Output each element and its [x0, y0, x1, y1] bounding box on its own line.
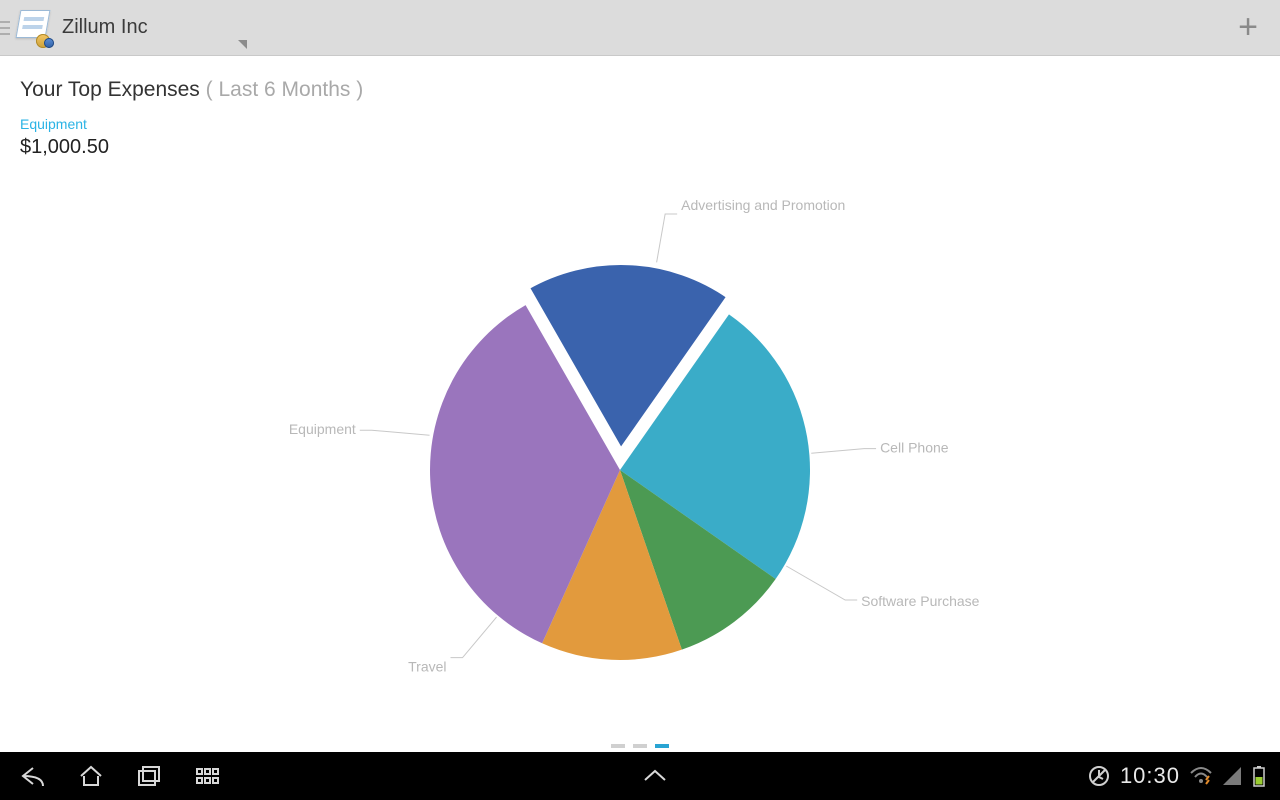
leader-line — [360, 430, 430, 435]
wifi-icon — [1190, 766, 1212, 786]
page-indicator[interactable] — [611, 744, 669, 748]
pager-dot[interactable] — [655, 744, 669, 748]
menu-icon[interactable] — [0, 0, 8, 56]
page-title: Your Top Expenses ( Last 6 Months ) — [20, 78, 1260, 102]
title-subtext: ( Last 6 Months ) — [206, 78, 364, 101]
slice-label: Advertising and Promotion — [681, 197, 845, 213]
no-sim-icon — [1088, 765, 1110, 787]
system-nav-bar: 10:30 — [0, 752, 1280, 800]
dropdown-indicator-icon[interactable] — [238, 40, 247, 49]
apps-grid-button[interactable] — [192, 761, 222, 791]
battery-icon — [1252, 765, 1266, 787]
home-button[interactable] — [76, 761, 106, 791]
status-area: 10:30 — [1088, 763, 1266, 789]
leader-line — [811, 448, 876, 453]
back-button[interactable] — [18, 761, 48, 791]
add-button[interactable]: + — [1226, 6, 1270, 50]
pie-chart[interactable]: Advertising and Promotion Cell Phone Softw… — [290, 180, 990, 740]
expand-panel-button[interactable] — [640, 761, 670, 791]
recent-apps-button[interactable] — [134, 761, 164, 791]
slice-label: Cell Phone — [880, 439, 949, 455]
pager-dot[interactable] — [633, 744, 647, 748]
slice-label: Travel — [408, 658, 446, 674]
company-name[interactable]: Zillum Inc — [62, 16, 148, 39]
slice-label: Equipment — [290, 421, 356, 437]
selected-amount: $1,000.50 — [20, 136, 1260, 159]
app-logo-icon[interactable] — [14, 8, 54, 48]
signal-icon — [1222, 766, 1242, 786]
pager-dot[interactable] — [611, 744, 625, 748]
selected-category: Equipment — [20, 116, 1260, 132]
leader-line — [451, 617, 497, 658]
content-area: Your Top Expenses ( Last 6 Months ) Equi… — [0, 56, 1280, 752]
app-bar: Zillum Inc + — [0, 0, 1280, 56]
title-text: Your Top Expenses — [20, 78, 200, 101]
slice-label: Software Purchase — [861, 593, 979, 609]
leader-line — [786, 566, 857, 600]
clock: 10:30 — [1120, 763, 1180, 789]
